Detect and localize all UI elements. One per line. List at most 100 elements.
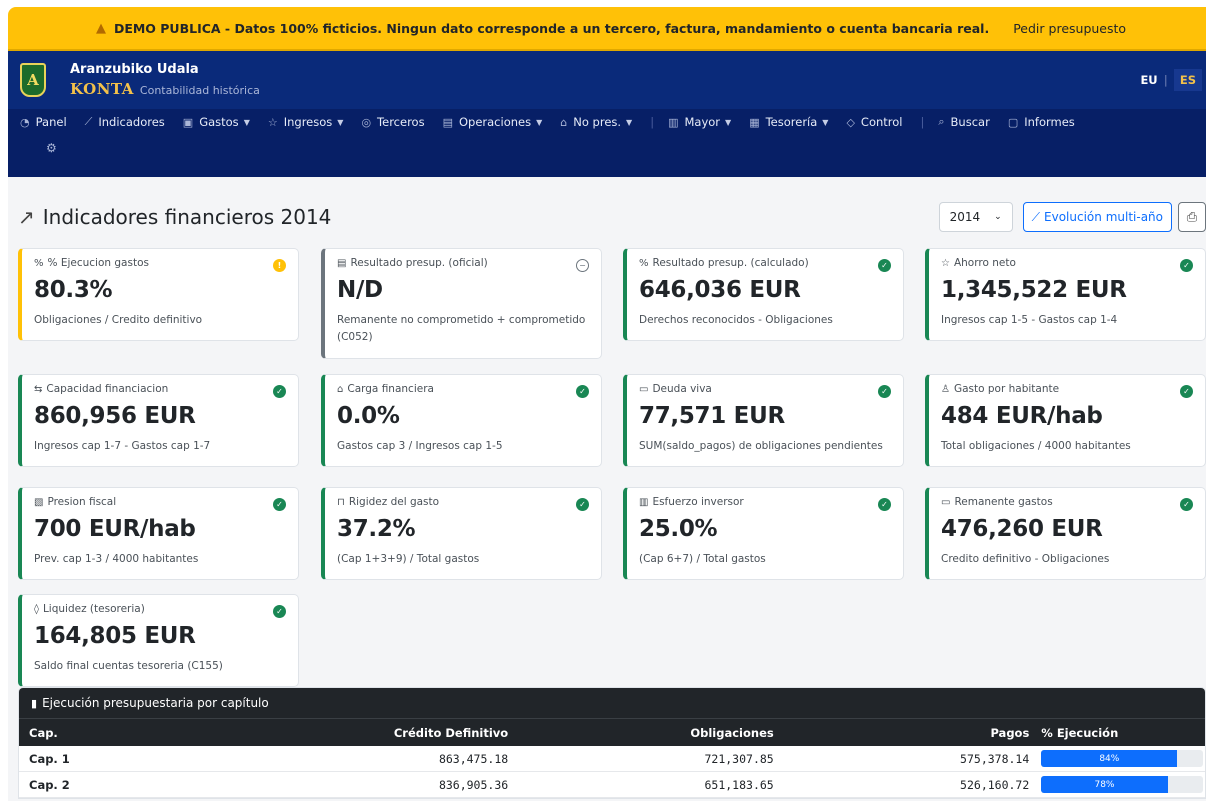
search-icon: ⌕ xyxy=(938,115,945,128)
org-name: Aranzubiko Udala xyxy=(70,62,199,77)
card-gasto-habitante: ♙ Gasto por habitante ✓ 484 EUR/hab Total… xyxy=(925,374,1206,467)
card-desc: (Cap 6+7) / Total gastos xyxy=(639,553,766,565)
card-presion-fiscal: ▧ Presion fiscal ✓ 700 EUR/hab Prev. cap … xyxy=(18,487,299,580)
table-column-headers: Cap. Crédito Definitivo Obligaciones Pag… xyxy=(19,718,1205,746)
card-value: 0.0% xyxy=(337,403,400,429)
card-desc: Obligaciones / Credito definitivo xyxy=(34,314,203,326)
card-desc: Ingresos cap 1-5 - Gastos cap 1-4 xyxy=(941,314,1118,326)
chevron-down-icon: ▼ xyxy=(337,117,344,127)
lang-es[interactable]: ES xyxy=(1173,69,1202,91)
year-select[interactable]: 2014 ⌄ xyxy=(938,202,1013,232)
table-row[interactable]: Cap. 1 863,475.18 721,307.85 575,378.14 … xyxy=(19,746,1205,772)
check-circle-icon: ✓ xyxy=(576,385,589,398)
chevron-down-icon: ▼ xyxy=(822,117,829,127)
check-circle-icon: ✓ xyxy=(576,498,589,511)
card-carga-financiera: ⌂ Carga financiera ✓ 0.0% Gastos cap 3 / … xyxy=(321,374,602,467)
card-value: 164,805 EUR xyxy=(34,623,196,649)
page-tools: 2014 ⌄ ⟋ Evolución multi-año ⎙ xyxy=(938,202,1206,232)
nav-terceros[interactable]: ◎ Terceros xyxy=(361,109,424,135)
card-rigidez-gasto: ⊓ Rigidez del gasto ✓ 37.2% (Cap 1+3+9) /… xyxy=(321,487,602,580)
card-value: 77,571 EUR xyxy=(639,403,785,429)
card-desc: SUM(saldo_pagos) de obligaciones pendien… xyxy=(639,440,883,452)
nav-operaciones[interactable]: ▤ Operaciones ▼ xyxy=(443,109,543,135)
demo-banner: ▲ DEMO PUBLICA - Datos 100% ficticios. N… xyxy=(8,7,1206,51)
gear-icon[interactable]: ⚙ xyxy=(46,141,57,155)
nav-gastos[interactable]: ▣ Gastos ▼ xyxy=(183,109,250,135)
municipality-logo[interactable]: A xyxy=(20,63,46,97)
card-desc: Gastos cap 3 / Ingresos cap 1-5 xyxy=(337,440,503,452)
print-button[interactable]: ⎙ xyxy=(1178,202,1206,232)
chevron-down-icon: ▼ xyxy=(626,117,633,127)
report-icon: ▢ xyxy=(1007,115,1019,129)
col-ejecucion: % Ejecución xyxy=(1041,725,1119,740)
bar-chart-icon: ▮ xyxy=(31,696,38,710)
lock-icon: ⊓ xyxy=(337,496,345,508)
folder-icon: ▭ xyxy=(941,496,951,508)
check-circle-icon: ✓ xyxy=(1180,498,1193,511)
card-value: 860,956 EUR xyxy=(34,403,196,429)
nav-informes[interactable]: ▢ Informes xyxy=(1008,109,1075,135)
chart-line-icon: ⟋ xyxy=(84,115,93,128)
budget-execution-table: ▮ Ejecución presupuestaria por capítulo … xyxy=(18,687,1206,799)
check-circle-icon: ✓ xyxy=(878,385,891,398)
percent-icon: % xyxy=(34,257,44,269)
table-row[interactable]: Cap. 2 836,905.36 651,183.65 526,160.72 … xyxy=(19,772,1205,798)
nav-tesoreria[interactable]: ▦ Tesorería ▼ xyxy=(749,109,828,135)
card-value: 700 EUR/hab xyxy=(34,516,196,542)
card-esfuerzo-inversor: ▥ Esfuerzo inversor ✓ 25.0% (Cap 6+7) / T… xyxy=(623,487,904,580)
card-resultado-oficial: ▤ Resultado presup. (oficial) − N/D Reman… xyxy=(321,248,602,359)
card-desc: Total obligaciones / 4000 habitantes xyxy=(941,440,1131,452)
card-desc: Ingresos cap 1-7 - Gastos cap 1-7 xyxy=(34,440,211,452)
nav-control[interactable]: ◇ Control xyxy=(846,109,902,135)
brand-bar: A Aranzubiko Udala KONTA Contabilidad hi… xyxy=(8,51,1206,109)
card-deuda-viva: ▭ Deuda viva ✓ 77,571 EUR SUM(saldo_pagos… xyxy=(623,374,904,467)
nav-panel[interactable]: ◔ Panel xyxy=(20,109,67,135)
arrows-exchange-icon: ⇆ xyxy=(34,383,43,395)
app-subtitle: Contabilidad histórica xyxy=(139,84,260,97)
col-pagos: Pagos xyxy=(990,725,1030,740)
card-desc: (Cap 1+3+9) / Total gastos xyxy=(337,553,480,565)
nav-buscar[interactable]: ⌕ Buscar xyxy=(938,109,989,135)
bank-icon: ⌂ xyxy=(337,383,344,395)
card-value: 646,036 EUR xyxy=(639,277,801,303)
nav-no-pres[interactable]: ⌂ No pres. ▼ xyxy=(560,109,632,135)
list-icon: ▤ xyxy=(442,115,453,129)
nav-mayor[interactable]: ▥ Mayor ▼ xyxy=(668,109,731,135)
document-icon: ▤ xyxy=(337,257,347,269)
chart-line-icon: ⟋ xyxy=(1031,209,1041,224)
progress-fill: 78% xyxy=(1041,776,1168,793)
check-circle-icon: ✓ xyxy=(878,259,891,272)
app-header: A Aranzubiko Udala KONTA Contabilidad hi… xyxy=(8,51,1206,177)
card-value: 80.3% xyxy=(34,277,113,303)
brand-text: Aranzubiko Udala KONTA Contabilidad hist… xyxy=(70,62,260,98)
people-icon: ◎ xyxy=(361,115,372,129)
bank-icon: ⌂ xyxy=(560,115,568,129)
nav-indicadores[interactable]: ⟋ Indicadores xyxy=(85,109,165,135)
warning-status-icon: ! xyxy=(273,259,286,272)
card-desc: Remanente no comprometido + comprometido… xyxy=(337,314,586,343)
table-title: Ejecución presupuestaria por capítulo xyxy=(42,696,269,710)
journal-icon: ▥ xyxy=(668,115,679,129)
col-credito: Crédito Definitivo xyxy=(393,725,509,740)
graph-up-icon: ↗ xyxy=(18,205,35,229)
card-value: 25.0% xyxy=(639,516,718,542)
cash-icon: ▦ xyxy=(749,115,760,129)
multi-year-evolution-button[interactable]: ⟋ Evolución multi-año xyxy=(1022,202,1172,232)
lang-eu[interactable]: EU xyxy=(1140,73,1157,87)
request-quote-link[interactable]: Pedir presupuesto xyxy=(1013,21,1126,36)
check-circle-icon: ✓ xyxy=(1180,259,1193,272)
droplet-icon: ◊ xyxy=(34,603,39,615)
chevron-down-icon: ▼ xyxy=(243,117,250,127)
nav-ingresos[interactable]: ☆ Ingresos ▼ xyxy=(268,109,344,135)
printer-icon: ⎙ xyxy=(1186,209,1198,225)
dashboard-icon: ◔ xyxy=(20,115,30,129)
card-desc: Prev. cap 1-3 / 4000 habitantes xyxy=(34,553,199,565)
card-resultado-calculado: % Resultado presup. (calculado) ✓ 646,036… xyxy=(623,248,904,341)
progress-bar: 78% xyxy=(1041,776,1204,793)
chevron-down-icon: ⌄ xyxy=(994,212,1002,222)
card-ejecucion-gastos: %% Ejecucion gastos ! 80.3% Obligaciones… xyxy=(18,248,299,341)
card-desc: Credito definitivo - Obligaciones xyxy=(941,553,1110,565)
check-circle-icon: ✓ xyxy=(273,498,286,511)
card-ahorro-neto: ☆ Ahorro neto ✓ 1,345,522 EUR Ingresos ca… xyxy=(925,248,1206,341)
card-desc: Derechos reconocidos - Obligaciones xyxy=(639,314,833,326)
